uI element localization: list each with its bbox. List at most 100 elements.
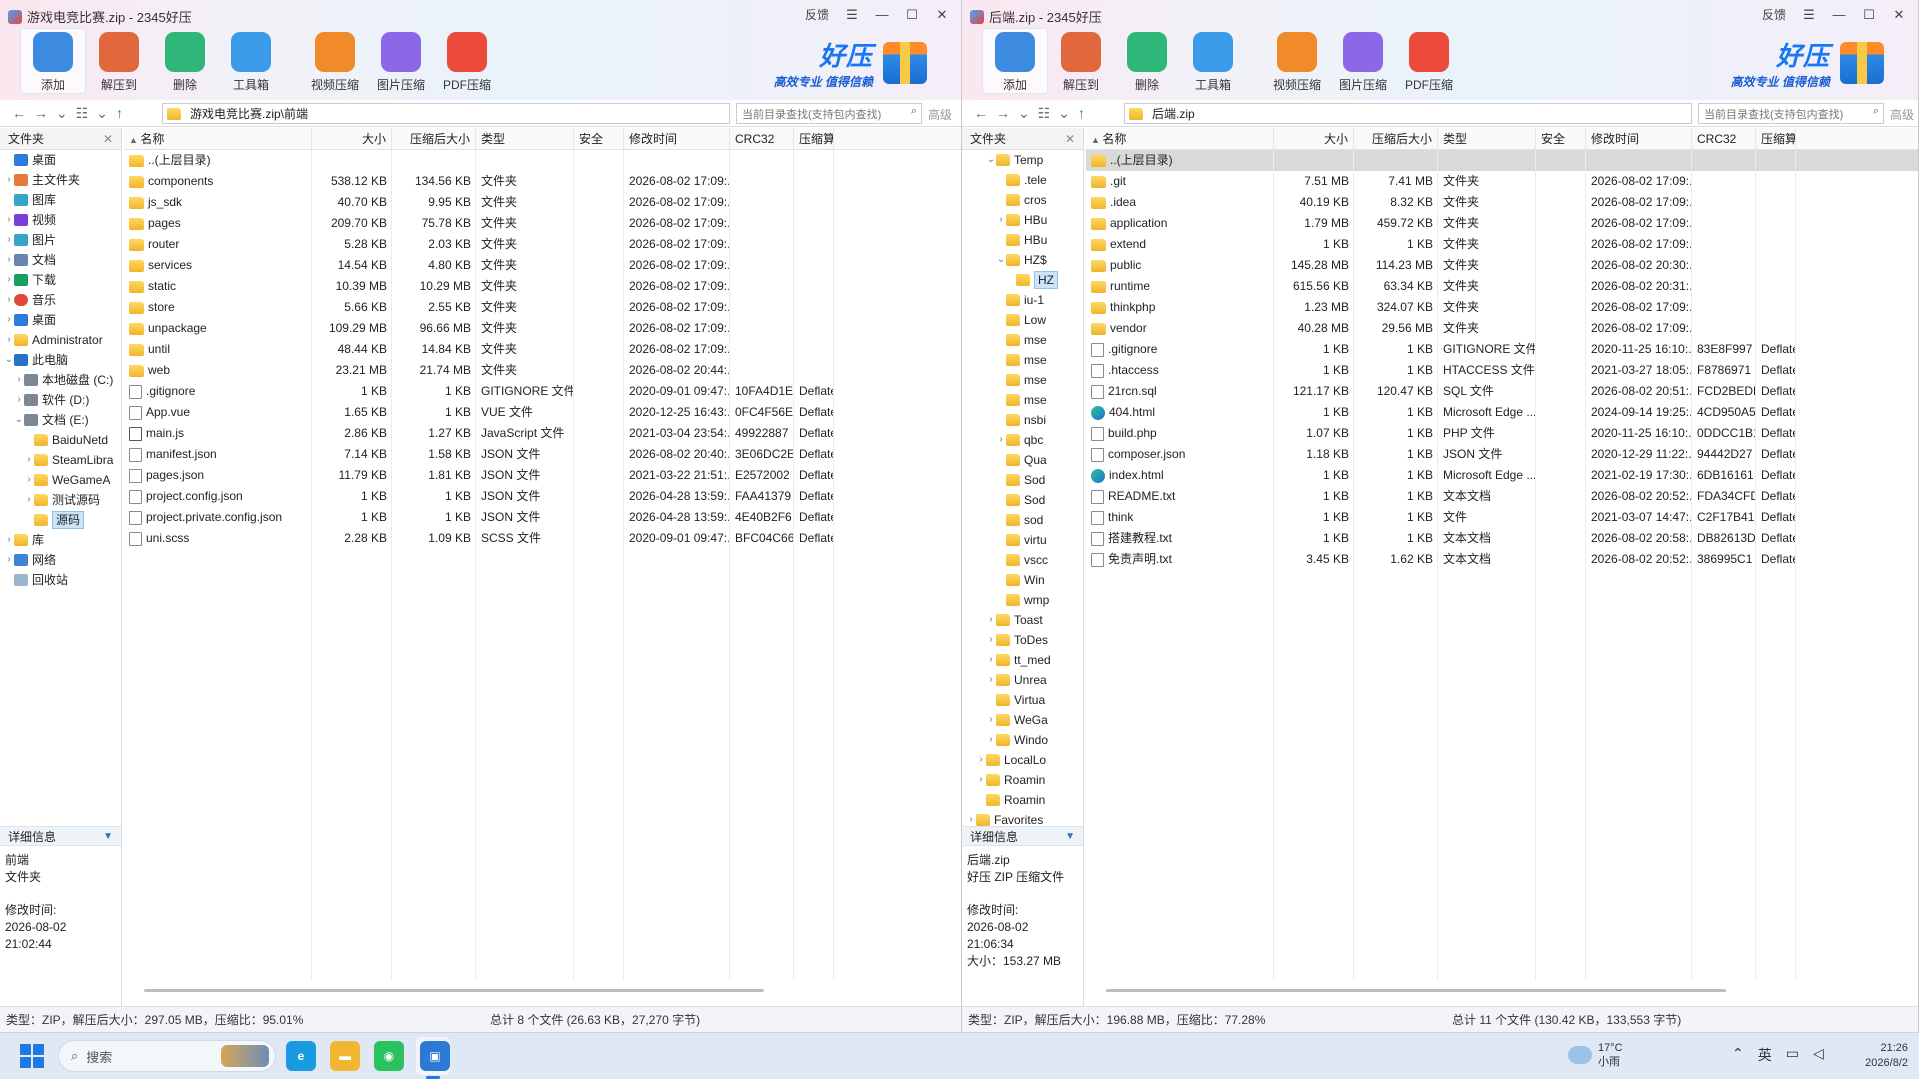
- close-button[interactable]: ✕: [929, 4, 955, 26]
- column-header[interactable]: 类型: [476, 128, 574, 149]
- chevron-right-icon[interactable]: ›: [4, 210, 14, 230]
- tree-item[interactable]: 源码: [0, 510, 121, 530]
- minimize-button[interactable]: —: [1826, 4, 1852, 26]
- tree-item[interactable]: vscc: [962, 550, 1083, 570]
- tree-item[interactable]: › 图片: [0, 230, 121, 250]
- toolbar-button-add[interactable]: 添加: [20, 28, 86, 94]
- column-header[interactable]: 修改时间: [624, 128, 730, 149]
- toolbar-button-video-compress[interactable]: 视频压缩: [302, 28, 368, 94]
- chevron-right-icon[interactable]: ›: [4, 270, 14, 290]
- tree-item[interactable]: ⌄ HZ$: [962, 250, 1083, 270]
- feedback-button[interactable]: 反馈: [1756, 4, 1792, 26]
- file-row[interactable]: project.private.config.json 1 KB 1 KB JSON …: [124, 507, 961, 528]
- chevron-right-icon[interactable]: ›: [4, 530, 14, 550]
- windows-start-icon[interactable]: [20, 1044, 44, 1068]
- file-row[interactable]: public 145.28 MB 114.23 MB 文件夹 2026-08-02 20…: [1086, 255, 1918, 276]
- file-row[interactable]: .git 7.51 MB 7.41 MB 文件夹 2026-08-02 17:09:..…: [1086, 171, 1918, 192]
- minimize-button[interactable]: —: [869, 4, 895, 26]
- file-row[interactable]: services 14.54 KB 4.80 KB 文件夹 2026-08-02 17:…: [124, 255, 961, 276]
- tree-item[interactable]: › Unrea: [962, 670, 1083, 690]
- search-input[interactable]: 当前目录查找(支持包内查找) ⌕: [736, 103, 922, 124]
- toolbar-button-extract[interactable]: 解压到: [1048, 28, 1114, 94]
- tree-item[interactable]: Sod: [962, 470, 1083, 490]
- file-row[interactable]: manifest.json 7.14 KB 1.58 KB JSON 文件 2026-0…: [124, 444, 961, 465]
- chevron-right-icon[interactable]: ›: [4, 330, 14, 350]
- file-row[interactable]: 404.html 1 KB 1 KB Microsoft Edge ... 2024-0…: [1086, 402, 1918, 423]
- chevron-right-icon[interactable]: ›: [24, 450, 34, 470]
- toolbar-button-recycle[interactable]: 删除: [152, 28, 218, 94]
- file-row[interactable]: static 10.39 MB 10.29 MB 文件夹 2026-08-02 17:0…: [124, 276, 961, 297]
- tree-item[interactable]: cros: [962, 190, 1083, 210]
- chevron-right-icon[interactable]: ›: [986, 730, 996, 750]
- tree-item[interactable]: › 下载: [0, 270, 121, 290]
- file-row[interactable]: .htaccess 1 KB 1 KB HTACCESS 文件 2021-03-27 1…: [1086, 360, 1918, 381]
- chevron-right-icon[interactable]: ›: [4, 230, 14, 250]
- file-explorer-icon[interactable]: ▬: [330, 1041, 360, 1071]
- chevron-right-icon[interactable]: ›: [4, 170, 14, 190]
- tree-item[interactable]: › HBu: [962, 210, 1083, 230]
- tree-item[interactable]: ⌄ 文档 (E:): [0, 410, 121, 430]
- tree-item[interactable]: HZ: [962, 270, 1083, 290]
- file-row[interactable]: ..(上层目录): [124, 150, 961, 171]
- close-tree-icon[interactable]: ✕: [1065, 128, 1075, 150]
- file-row[interactable]: think 1 KB 1 KB 文件 2021-03-07 14:47:... C2F17…: [1086, 507, 1918, 528]
- file-row[interactable]: js_sdk 40.70 KB 9.95 KB 文件夹 2026-08-02 17:09…: [124, 192, 961, 213]
- file-row[interactable]: .gitignore 1 KB 1 KB GITIGNORE 文件 2020-09-01…: [124, 381, 961, 402]
- tree-item[interactable]: 桌面: [0, 150, 121, 170]
- clock[interactable]: 21:26 2026/8/2: [1850, 1041, 1908, 1071]
- tree-item[interactable]: Qua: [962, 450, 1083, 470]
- advanced-button[interactable]: 高级: [1890, 106, 1914, 123]
- chevron-right-icon[interactable]: ›: [4, 310, 14, 330]
- weather-widget[interactable]: 17°C 小雨: [1568, 1041, 1623, 1069]
- file-row[interactable]: application 1.79 MB 459.72 KB 文件夹 2026-08-02…: [1086, 213, 1918, 234]
- tree-item[interactable]: › Toast: [962, 610, 1083, 630]
- history-chevron-icon[interactable]: ⌄: [1018, 105, 1030, 122]
- file-row[interactable]: store 5.66 KB 2.55 KB 文件夹 2026-08-02 17:09:.…: [124, 297, 961, 318]
- view-mode-icon[interactable]: ☷: [1038, 105, 1051, 122]
- tree-item[interactable]: 回收站: [0, 570, 121, 590]
- column-header[interactable]: 修改时间: [1586, 128, 1692, 149]
- toolbar-button-video-compress[interactable]: 视频压缩: [1264, 28, 1330, 94]
- file-row[interactable]: .gitignore 1 KB 1 KB GITIGNORE 文件 2020-11-25…: [1086, 339, 1918, 360]
- file-row[interactable]: router 5.28 KB 2.03 KB 文件夹 2026-08-02 17:09:…: [124, 234, 961, 255]
- chevron-right-icon[interactable]: ›: [986, 670, 996, 690]
- column-header[interactable]: 大小: [1274, 128, 1354, 149]
- tree-item[interactable]: mse: [962, 330, 1083, 350]
- file-row[interactable]: runtime 615.56 KB 63.34 KB 文件夹 2026-08-02 20…: [1086, 276, 1918, 297]
- tree-item[interactable]: › Administrator: [0, 330, 121, 350]
- file-row[interactable]: unpackage 109.29 MB 96.66 MB 文件夹 2026-08-02 …: [124, 318, 961, 339]
- back-arrow-icon[interactable]: ←: [974, 105, 988, 122]
- file-row[interactable]: uni.scss 2.28 KB 1.09 KB SCSS 文件 2020-09-01 …: [124, 528, 961, 549]
- file-row[interactable]: thinkphp 1.23 MB 324.07 KB 文件夹 2026-08-02 17…: [1086, 297, 1918, 318]
- tree-item[interactable]: virtu: [962, 530, 1083, 550]
- close-button[interactable]: ✕: [1886, 4, 1912, 26]
- tree-item[interactable]: iu-1: [962, 290, 1083, 310]
- tree-item[interactable]: › SteamLibra: [0, 450, 121, 470]
- chevron-right-icon[interactable]: ›: [986, 630, 996, 650]
- forward-arrow-icon[interactable]: →: [996, 105, 1010, 122]
- tree-item[interactable]: HBu: [962, 230, 1083, 250]
- tree-item[interactable]: ⌄ Temp: [962, 150, 1083, 170]
- toolbar-button-image-compress[interactable]: 图片压缩: [1330, 28, 1396, 94]
- file-row[interactable]: extend 1 KB 1 KB 文件夹 2026-08-02 17:09:...: [1086, 234, 1918, 255]
- tree-item[interactable]: mse: [962, 390, 1083, 410]
- volume-icon[interactable]: ◁: [1813, 1045, 1824, 1065]
- column-header[interactable]: ▲ 名称: [1086, 128, 1274, 149]
- column-header[interactable]: 安全: [574, 128, 624, 149]
- file-row[interactable]: pages.json 11.79 KB 1.81 KB JSON 文件 2021-03-…: [124, 465, 961, 486]
- back-arrow-icon[interactable]: ←: [12, 105, 26, 122]
- toolbar-button-toolbox[interactable]: 工具箱: [218, 28, 284, 94]
- feedback-button[interactable]: 反馈: [799, 4, 835, 26]
- chevron-right-icon[interactable]: ›: [986, 650, 996, 670]
- tree-item[interactable]: › ToDes: [962, 630, 1083, 650]
- chevron-right-icon[interactable]: ›: [24, 470, 34, 490]
- tree-item[interactable]: mse: [962, 370, 1083, 390]
- toolbar-button-image-compress[interactable]: 图片压缩: [368, 28, 434, 94]
- up-arrow-icon[interactable]: ↑: [1078, 105, 1085, 122]
- file-row[interactable]: components 538.12 KB 134.56 KB 文件夹 2026-08-0…: [124, 171, 961, 192]
- view-mode-icon[interactable]: ☷: [76, 105, 89, 122]
- chevron-right-icon[interactable]: ›: [986, 610, 996, 630]
- search-input[interactable]: 当前目录查找(支持包内查找) ⌕: [1698, 103, 1884, 124]
- view-chevron-icon[interactable]: ⌄: [96, 105, 108, 122]
- chevron-down-icon[interactable]: ⌄: [4, 350, 14, 370]
